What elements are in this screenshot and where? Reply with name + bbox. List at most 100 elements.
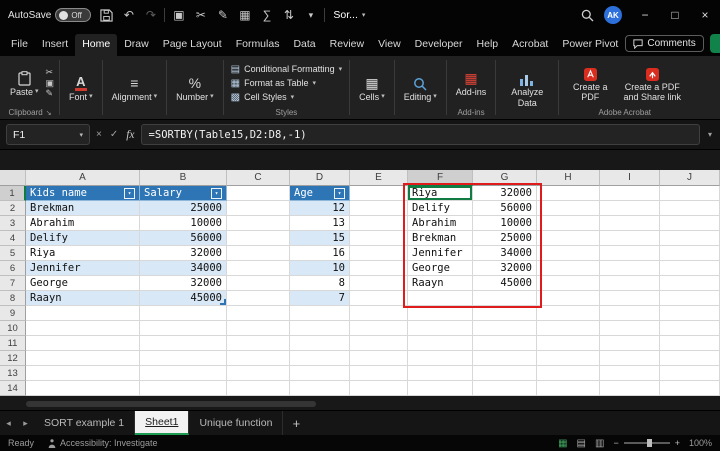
cell-e12[interactable] — [350, 351, 408, 366]
format-painter-icon[interactable]: ✎ — [46, 88, 55, 99]
normal-view-icon[interactable]: ▦ — [558, 438, 567, 449]
sheet-nav-right-icon[interactable]: ▸ — [17, 411, 34, 435]
cell-f9[interactable] — [408, 306, 473, 321]
cell-i1[interactable] — [600, 186, 660, 201]
cell-i7[interactable] — [600, 276, 660, 291]
font-button[interactable]: A Font▾ — [65, 73, 97, 103]
cell-a8[interactable]: Raayn — [26, 291, 140, 306]
cell-d9[interactable] — [290, 306, 350, 321]
row-header-4[interactable]: 4 — [0, 231, 26, 246]
cell-f5[interactable]: Jennifer — [408, 246, 473, 261]
ribbon-tab-acrobat[interactable]: Acrobat — [505, 34, 555, 56]
expand-formula-bar-icon[interactable]: ▾ — [706, 130, 714, 139]
cell-d4[interactable]: 15 — [290, 231, 350, 246]
clipboard-icon[interactable]: ▣ — [170, 4, 187, 26]
zoom-in-icon[interactable]: + — [675, 438, 680, 448]
row-header-11[interactable]: 11 — [0, 336, 26, 351]
cell-j7[interactable] — [660, 276, 720, 291]
ribbon-tab-developer[interactable]: Developer — [408, 34, 470, 56]
cell-g9[interactable] — [473, 306, 537, 321]
column-header-c[interactable]: C — [227, 170, 290, 186]
column-header-h[interactable]: H — [537, 170, 600, 186]
row-header-5[interactable]: 5 — [0, 246, 26, 261]
cell-f11[interactable] — [408, 336, 473, 351]
cell-f4[interactable]: Brekman — [408, 231, 473, 246]
cell-d1[interactable]: Age▾ — [290, 186, 350, 201]
addins-button[interactable]: ▦ Add-ins — [452, 68, 491, 98]
cell-b4[interactable]: 56000 — [140, 231, 227, 246]
cell-j14[interactable] — [660, 381, 720, 396]
ribbon-tab-insert[interactable]: Insert — [35, 34, 75, 56]
column-header-a[interactable]: A — [26, 170, 140, 186]
cell-a4[interactable]: Delify — [26, 231, 140, 246]
ribbon-tab-page-layout[interactable]: Page Layout — [156, 34, 229, 56]
close-button[interactable]: × — [690, 0, 720, 30]
cell-e9[interactable] — [350, 306, 408, 321]
cell-g12[interactable] — [473, 351, 537, 366]
cell-styles-button[interactable]: ▩ Cell Styles ▾ — [229, 91, 345, 104]
cell-e5[interactable] — [350, 246, 408, 261]
cell-b5[interactable]: 32000 — [140, 246, 227, 261]
zoom-level[interactable]: 100% — [689, 438, 712, 448]
cell-f10[interactable] — [408, 321, 473, 336]
cell-a11[interactable] — [26, 336, 140, 351]
cell-h1[interactable] — [537, 186, 600, 201]
zoom-slider-thumb[interactable] — [647, 439, 652, 447]
cell-g14[interactable] — [473, 381, 537, 396]
ribbon-tab-draw[interactable]: Draw — [117, 34, 156, 56]
zoom-out-icon[interactable]: − — [613, 438, 618, 448]
cell-c5[interactable] — [227, 246, 290, 261]
cell-f6[interactable]: George — [408, 261, 473, 276]
cell-i3[interactable] — [600, 216, 660, 231]
cell-j6[interactable] — [660, 261, 720, 276]
cell-e14[interactable] — [350, 381, 408, 396]
row-header-1[interactable]: 1 — [0, 186, 26, 201]
cell-h11[interactable] — [537, 336, 600, 351]
cell-c3[interactable] — [227, 216, 290, 231]
cell-e6[interactable] — [350, 261, 408, 276]
cell-f13[interactable] — [408, 366, 473, 381]
page-layout-view-icon[interactable]: ▤ — [577, 438, 586, 449]
cell-e4[interactable] — [350, 231, 408, 246]
cell-b6[interactable]: 34000 — [140, 261, 227, 276]
formula-input[interactable]: =SORTBY(Table15,D2:D8,-1) — [141, 124, 700, 145]
cell-c11[interactable] — [227, 336, 290, 351]
row-header-10[interactable]: 10 — [0, 321, 26, 336]
cell-a12[interactable] — [26, 351, 140, 366]
cell-e8[interactable] — [350, 291, 408, 306]
cell-c4[interactable] — [227, 231, 290, 246]
sheet-nav-left-icon[interactable]: ◂ — [0, 411, 17, 435]
filter-dropdown-icon[interactable]: ▾ — [124, 188, 135, 199]
cell-f2[interactable]: Delify — [408, 201, 473, 216]
sort-icon[interactable]: ⇅ — [280, 4, 297, 26]
sheet-tab-sort-example-1[interactable]: SORT example 1 — [34, 411, 135, 435]
cell-d6[interactable]: 10 — [290, 261, 350, 276]
row-header-12[interactable]: 12 — [0, 351, 26, 366]
name-box[interactable]: F1 ▾ — [6, 124, 90, 145]
cell-f12[interactable] — [408, 351, 473, 366]
cell-b3[interactable]: 10000 — [140, 216, 227, 231]
cut-icon[interactable]: ✂ — [192, 4, 209, 26]
maximize-button[interactable]: □ — [660, 0, 690, 30]
cell-d8[interactable]: 7 — [290, 291, 350, 306]
column-header-g[interactable]: G — [473, 170, 537, 186]
cell-h3[interactable] — [537, 216, 600, 231]
ribbon-tab-formulas[interactable]: Formulas — [229, 34, 287, 56]
redo-icon[interactable]: ↷ — [142, 4, 159, 26]
cell-b10[interactable] — [140, 321, 227, 336]
cell-i2[interactable] — [600, 201, 660, 216]
cell-e2[interactable] — [350, 201, 408, 216]
conditional-formatting-button[interactable]: ▤ Conditional Formatting ▾ — [229, 63, 345, 76]
cell-j10[interactable] — [660, 321, 720, 336]
cell-j9[interactable] — [660, 306, 720, 321]
cell-e1[interactable] — [350, 186, 408, 201]
ribbon-tab-home[interactable]: Home — [75, 34, 117, 56]
cell-b7[interactable]: 32000 — [140, 276, 227, 291]
row-header-14[interactable]: 14 — [0, 381, 26, 396]
search-icon[interactable] — [579, 4, 596, 26]
cell-d12[interactable] — [290, 351, 350, 366]
cell-d3[interactable]: 13 — [290, 216, 350, 231]
number-button[interactable]: % Number▾ — [172, 73, 218, 103]
copy-icon[interactable]: ▣ — [46, 78, 55, 89]
cell-i11[interactable] — [600, 336, 660, 351]
